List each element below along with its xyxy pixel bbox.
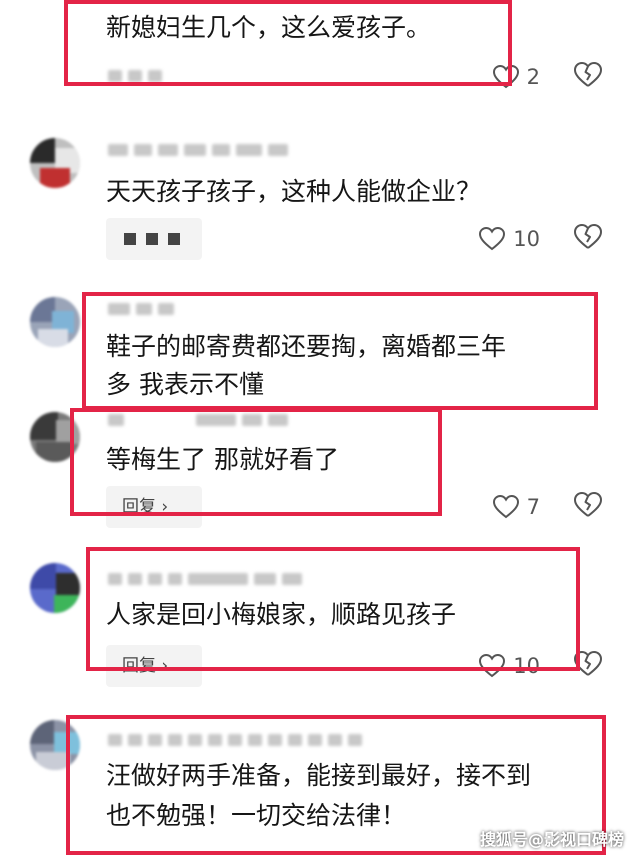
broken-heart-icon — [574, 62, 602, 87]
like-button[interactable]: 7 — [492, 492, 540, 522]
reply-button[interactable] — [106, 218, 202, 260]
comment-text: 人家是回小梅娘家，顺路见孩子 — [106, 600, 457, 629]
comment-5: 人家是回小梅娘家，顺路见孩子 回复 › 10 — [0, 555, 640, 690]
comment-2: 天天孩子孩子，这种人能做企业？ 10 — [0, 130, 640, 280]
comment-meta-blurred — [108, 571, 302, 587]
like-button[interactable]: 10 — [479, 651, 540, 681]
like-button[interactable]: 10 — [479, 224, 540, 254]
comment-text: 新媳妇生几个，这么爱孩子。 — [106, 13, 432, 42]
comment-meta-blurred — [108, 301, 174, 317]
comment-1: 新媳妇生几个，这么爱孩子。 2 — [0, 0, 640, 110]
comment-3: 鞋子的邮寄费都还要掏，离婚都三年 多 我表示不懂 — [0, 295, 640, 405]
heart-outline-icon — [492, 495, 519, 519]
dislike-button[interactable] — [574, 651, 604, 681]
broken-heart-icon — [574, 224, 602, 249]
like-count: 10 — [513, 654, 540, 678]
like-count: 2 — [526, 65, 540, 89]
comment-text: 等梅生了 那就好看了 — [106, 445, 339, 474]
avatar — [30, 297, 80, 347]
broken-heart-icon — [574, 492, 602, 517]
avatar — [30, 412, 80, 462]
broken-heart-icon — [574, 651, 602, 676]
reply-button[interactable]: 回复 › — [106, 645, 202, 687]
censored-reply-label — [118, 218, 202, 260]
dislike-button[interactable] — [574, 492, 604, 522]
comment-text: 天天孩子孩子，这种人能做企业？ — [106, 177, 482, 206]
watermark: 搜狐号@影视口碑榜 — [479, 830, 624, 849]
comment-meta-blurred — [108, 732, 362, 748]
heart-outline-icon — [492, 65, 519, 89]
comment-meta-blurred — [108, 412, 288, 428]
dislike-button[interactable] — [574, 224, 604, 254]
avatar — [30, 138, 80, 188]
dislike-button[interactable] — [574, 62, 604, 92]
comment-meta-blurred — [108, 142, 288, 158]
comment-text-line-1: 鞋子的邮寄费都还要掏，离婚都三年 — [106, 332, 507, 361]
comment-meta-blurred — [108, 68, 162, 84]
heart-outline-icon — [479, 654, 506, 678]
comment-text-line-1: 汪做好两手准备，能接到最好，接不到 — [106, 761, 532, 790]
reply-button[interactable]: 回复 › — [106, 486, 202, 528]
like-count: 10 — [513, 227, 540, 251]
heart-outline-icon — [479, 227, 506, 251]
comment-4: 等梅生了 那就好看了 回复 › 7 — [0, 410, 640, 545]
like-count: 7 — [526, 495, 540, 519]
avatar — [30, 720, 80, 770]
like-button[interactable]: 2 — [492, 62, 540, 92]
comment-text-line-2: 也不勉强！一切交给法律！ — [106, 801, 407, 830]
comment-text-line-2: 多 我表示不懂 — [106, 370, 264, 399]
avatar — [30, 563, 80, 613]
